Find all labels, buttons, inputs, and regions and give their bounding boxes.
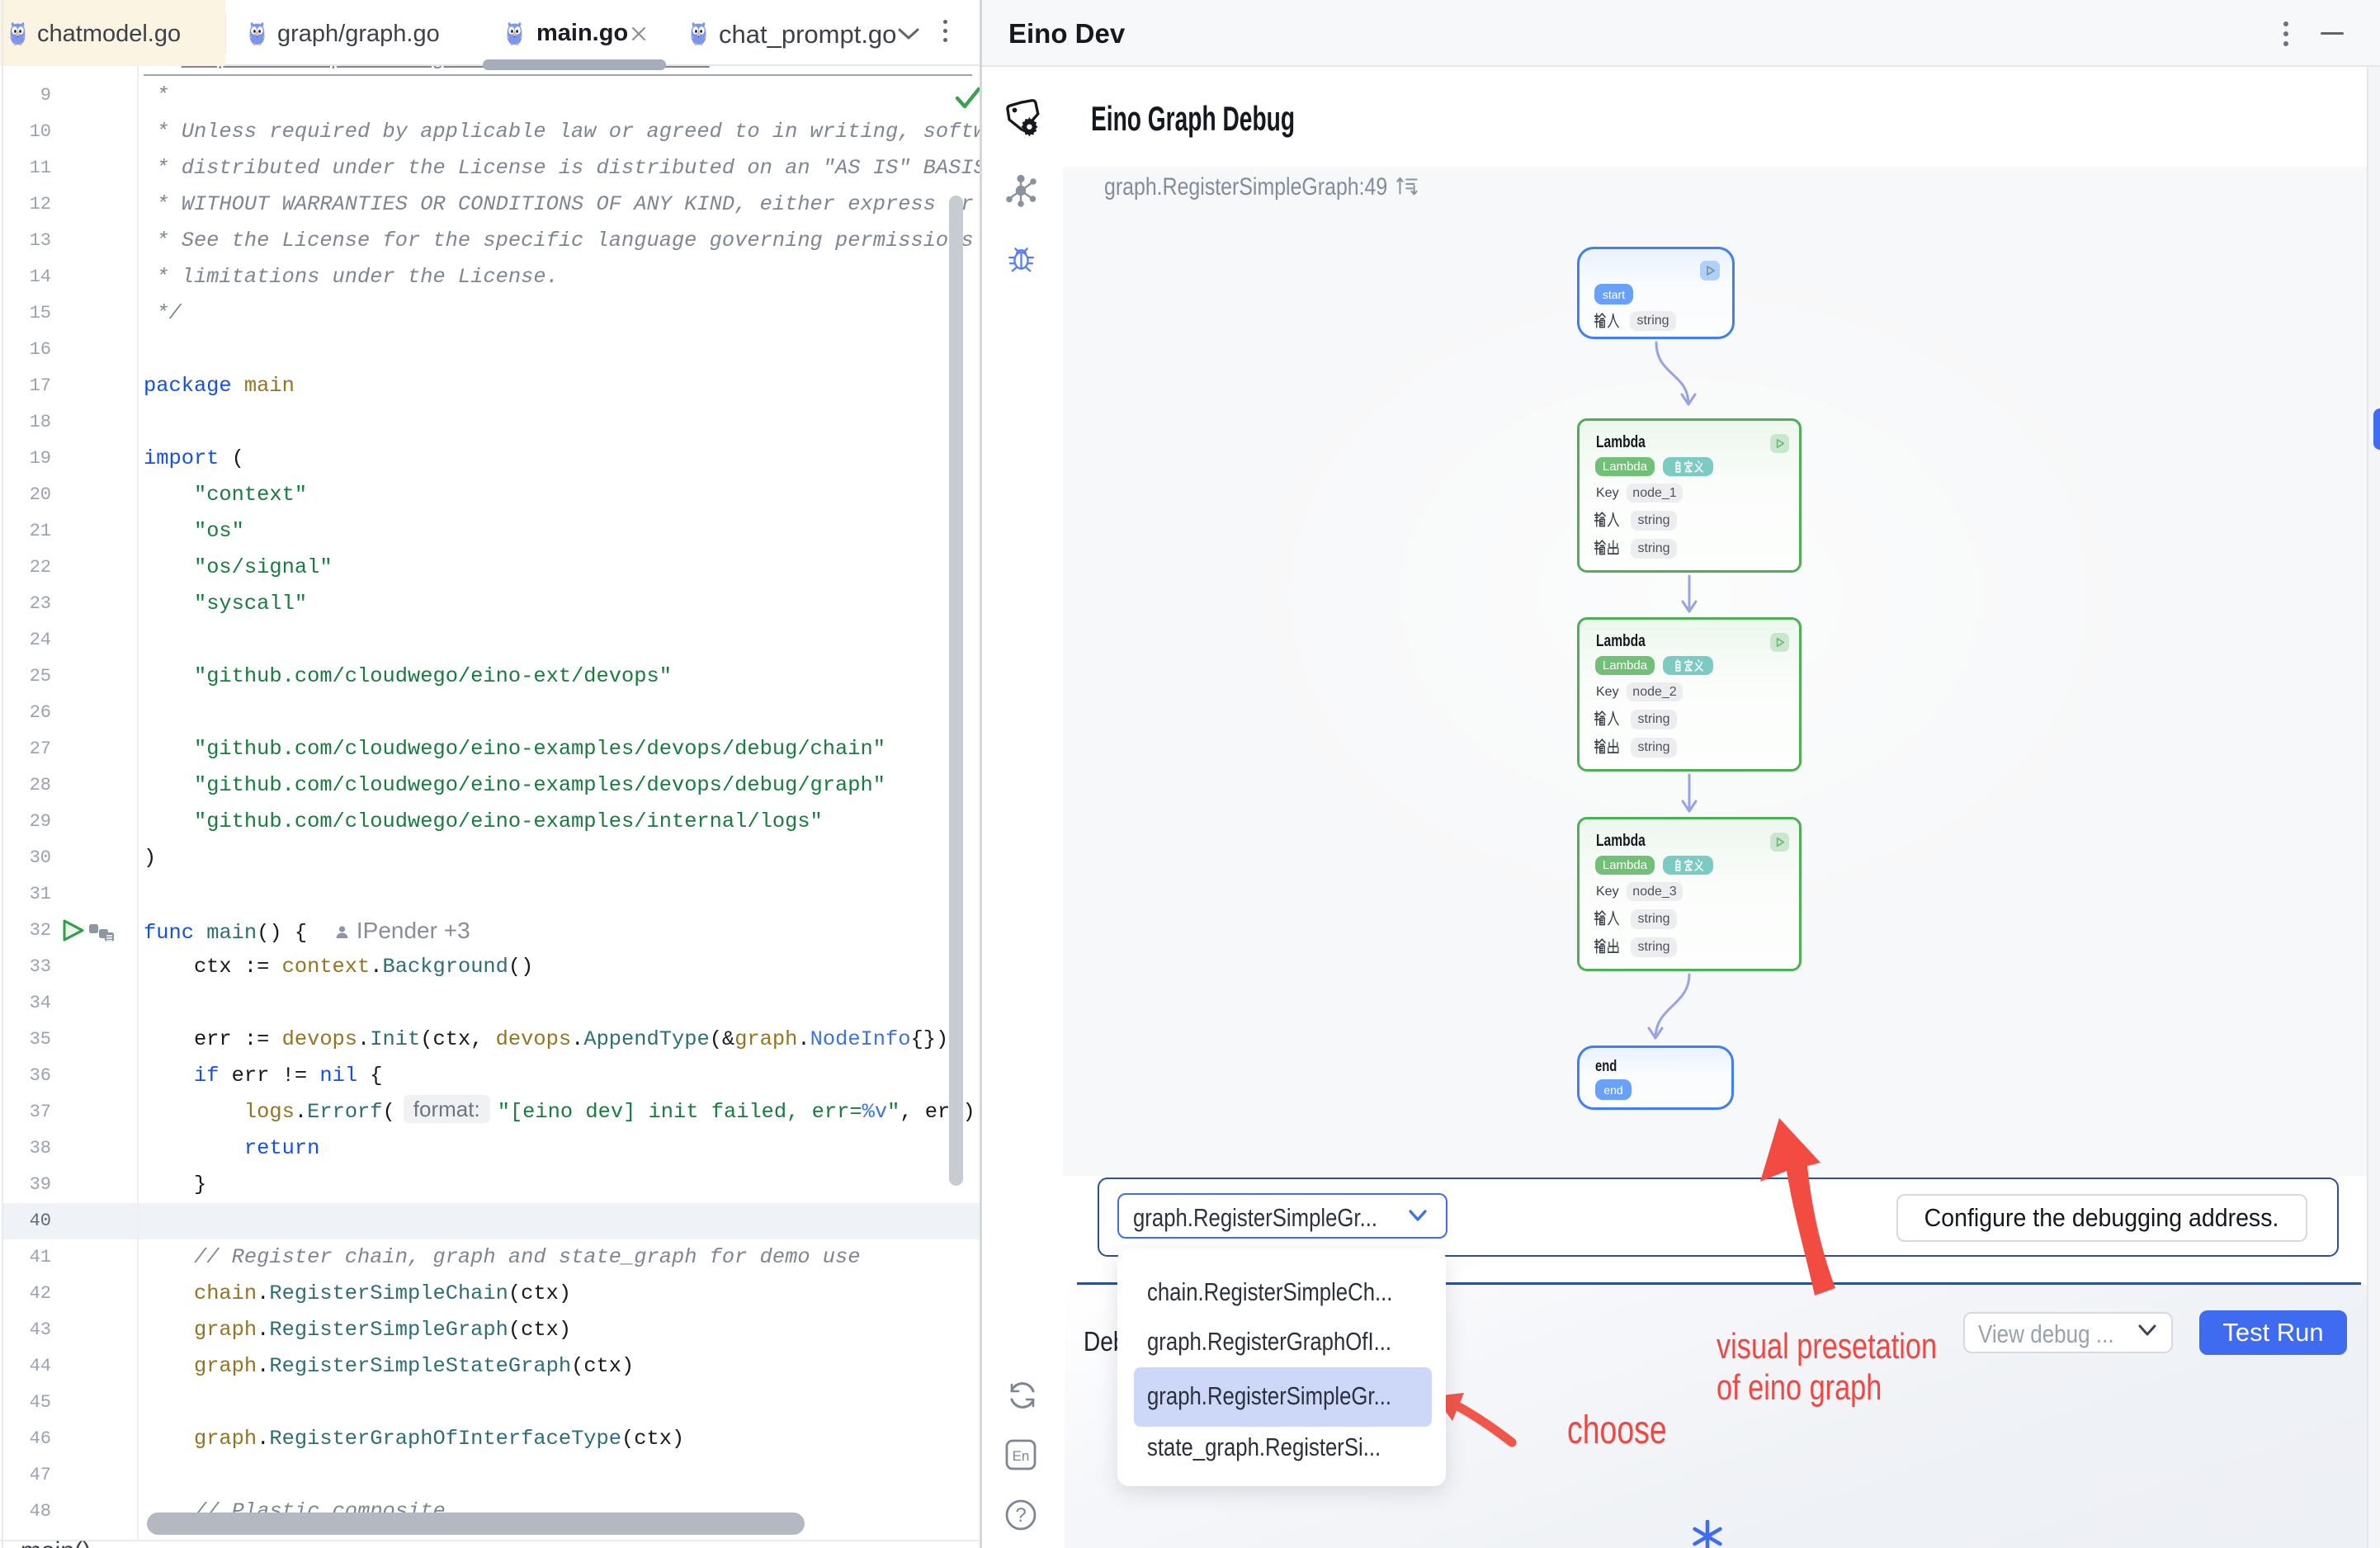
svg-text:?: ? [1015, 1504, 1026, 1527]
svg-text:En: En [1013, 1448, 1030, 1464]
